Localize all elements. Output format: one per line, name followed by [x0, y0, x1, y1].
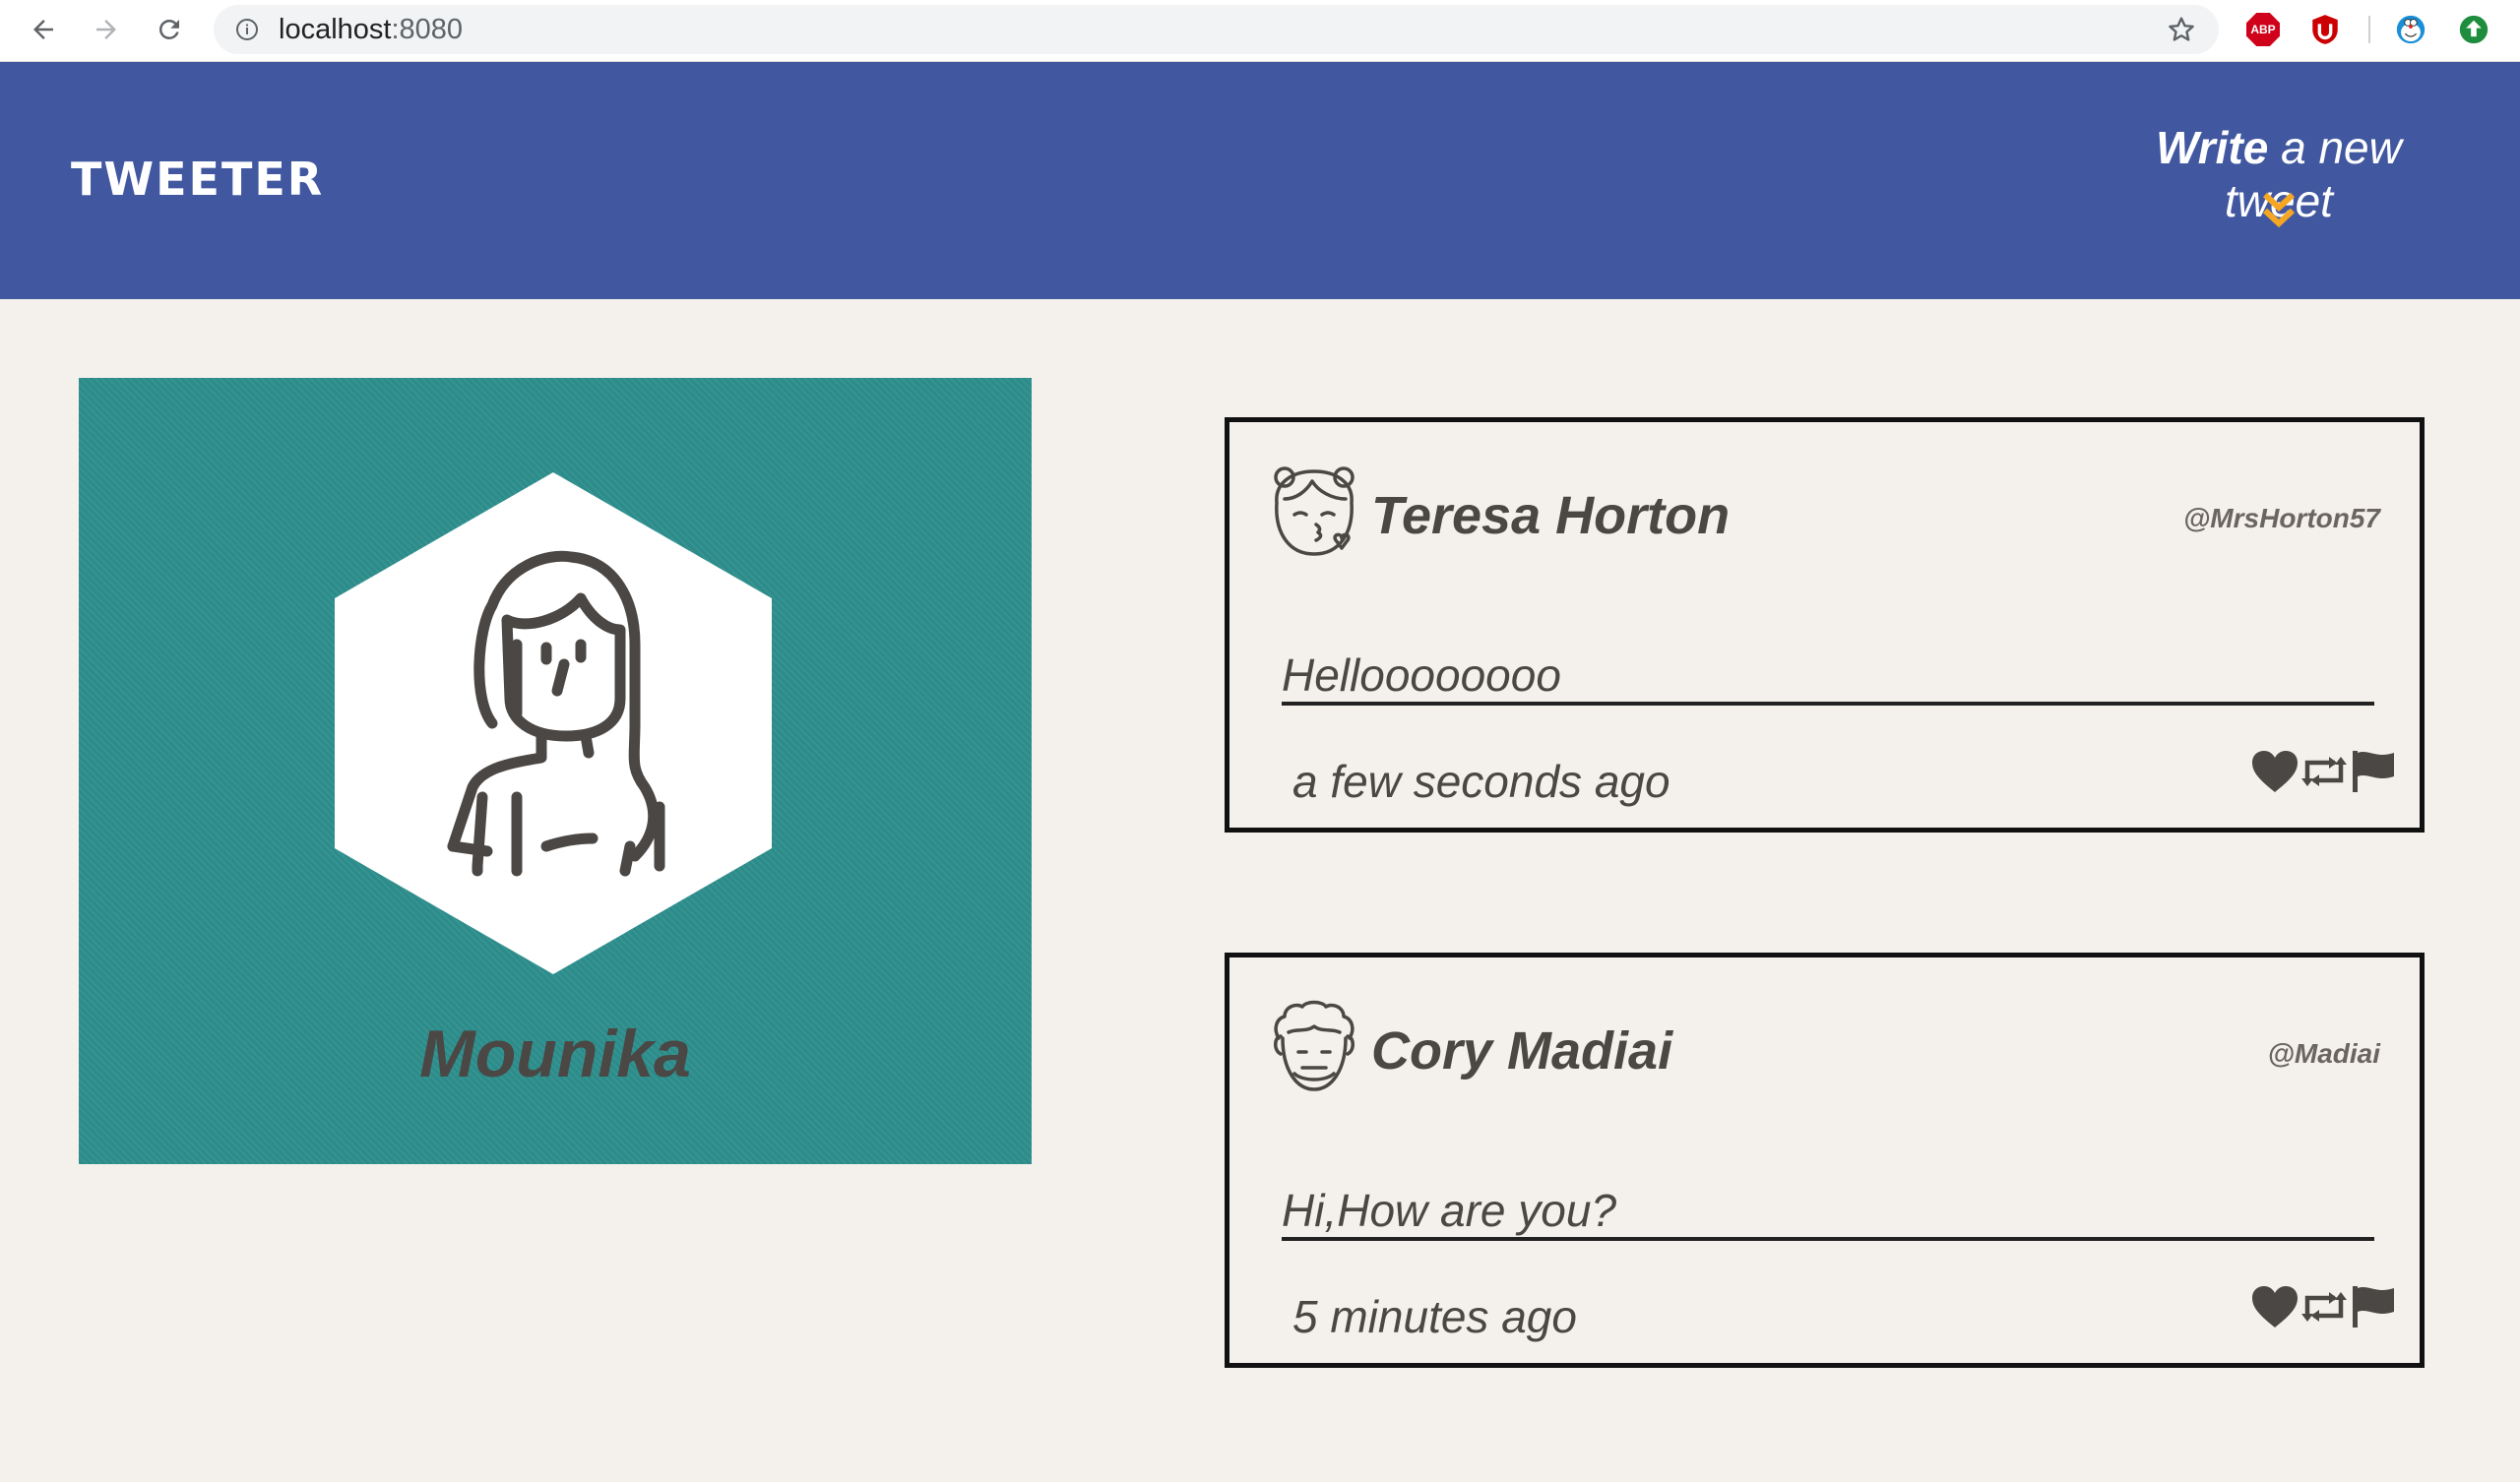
tweet-author-handle: @Madiai — [2267, 1038, 2380, 1069]
forward-arrow-icon[interactable] — [87, 10, 126, 49]
star-icon[interactable] — [2166, 14, 2197, 45]
reload-icon[interactable] — [150, 10, 189, 49]
profile-name: Mounika — [419, 1017, 691, 1091]
tweet-text: Helloooooooo — [1282, 650, 2374, 706]
brand-logo[interactable]: TWEETER — [71, 153, 324, 206]
adblock-icon[interactable]: ABP — [2243, 10, 2283, 49]
url-host: localhost — [279, 14, 392, 45]
info-icon[interactable] — [235, 18, 259, 41]
heart-icon[interactable] — [2250, 749, 2300, 794]
toolbar-divider — [2368, 16, 2370, 43]
tweet-card: Cory Madiai @Madiai Hi,How are you? 5 mi… — [1225, 953, 2425, 1368]
tweet-text: Hi,How are you? — [1282, 1186, 2374, 1241]
tweet-author-handle: @MrsHorton57 — [2183, 503, 2380, 533]
flag-icon[interactable] — [2349, 1284, 2398, 1329]
heart-icon[interactable] — [2250, 1284, 2300, 1329]
url-port: :8080 — [391, 14, 464, 45]
profile-card: Mounika — [79, 378, 1032, 1164]
back-arrow-icon[interactable] — [24, 10, 63, 49]
tweet-avatar-icon — [1274, 466, 1354, 556]
retweet-icon[interactable] — [2300, 1284, 2349, 1329]
ublock-icon[interactable] — [2305, 10, 2345, 49]
update-icon[interactable] — [2454, 10, 2493, 49]
tweet-timestamp: a few seconds ago — [1292, 756, 1670, 807]
double-chevron-down-icon[interactable] — [2261, 191, 2297, 230]
retweet-icon[interactable] — [2300, 749, 2349, 794]
url-text: localhost:8080 — [279, 14, 463, 46]
flag-icon[interactable] — [2349, 749, 2398, 794]
tweet-avatar-icon — [1274, 1000, 1354, 1091]
address-bar[interactable]: localhost:8080 — [214, 5, 2219, 54]
browser-toolbar: localhost:8080 ABP — [0, 0, 2520, 62]
profile-avatar — [335, 472, 772, 974]
tweet-timestamp: 5 minutes ago — [1292, 1291, 1577, 1342]
tweet-actions — [2250, 1284, 2398, 1329]
doraemon-icon[interactable] — [2391, 10, 2430, 49]
compose-label-bold: Write — [2156, 122, 2269, 173]
tweet-card: Teresa Horton @MrsHorton57 Helloooooooo … — [1225, 417, 2425, 833]
tweet-actions — [2250, 749, 2398, 794]
tweet-author-name: Cory Madiai — [1371, 1021, 1673, 1081]
tweet-author-name: Teresa Horton — [1371, 486, 1731, 545]
